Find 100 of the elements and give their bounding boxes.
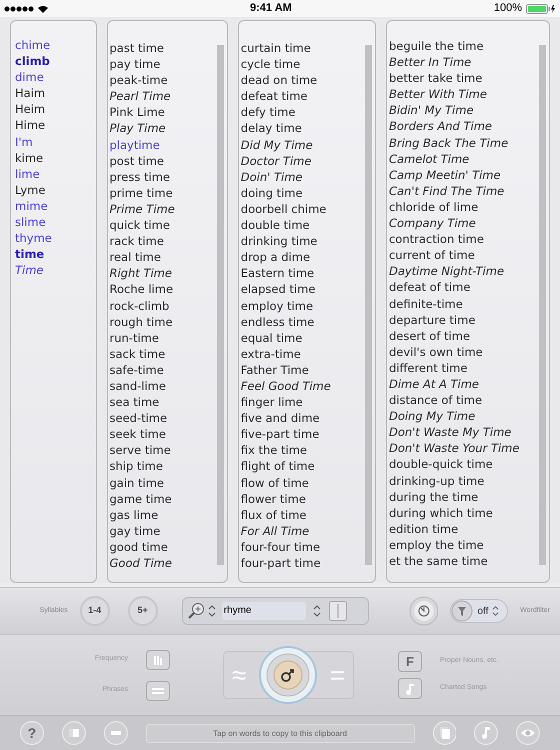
word-entry[interactable]: doorbell chime [238,200,375,218]
word-entry[interactable]: Heim [13,101,96,118]
word-entry[interactable]: I'm [13,134,96,150]
word-entry[interactable]: Don't Waste My Time [386,424,549,440]
word-entry[interactable]: Eastern time [238,265,375,282]
word-entry[interactable]: lime [13,166,96,182]
word-entry[interactable]: flight of time [238,458,375,475]
word-entry[interactable]: defy time [238,104,375,120]
stepper-icon[interactable] [208,604,216,618]
wordfilter-control[interactable]: off [450,599,508,623]
word-entry[interactable]: Doin' Time [238,168,375,185]
music-note-icon[interactable] [474,721,498,745]
help-button[interactable]: ? [20,721,44,745]
word-entry[interactable]: Right Time [108,265,227,282]
word-entry[interactable]: Prime Time [108,200,227,218]
word-entry[interactable]: employ the time [386,536,549,553]
word-entry[interactable]: Borders And Time [386,118,549,135]
word-entry[interactable]: ship time [108,458,227,475]
word-entry[interactable]: desert of time [386,328,549,344]
word-entry[interactable]: dime [13,69,96,86]
word-entry[interactable]: Hime [13,117,96,134]
word-entry[interactable]: five and dime [238,410,375,426]
word-entry[interactable]: Haim [13,85,96,102]
word-entry[interactable]: thyme [13,230,96,246]
word-entry[interactable]: climb [13,53,96,70]
word-entry[interactable]: four-part time [238,555,375,572]
syllables-button[interactable]: 5+ [128,596,158,626]
word-entry[interactable]: five-part time [238,426,375,442]
word-entry[interactable]: mime [13,198,96,214]
word-entry[interactable]: chime [13,37,96,54]
word-entry[interactable]: slime [13,214,96,230]
word-entry[interactable]: double-quick time [386,456,549,473]
minus-icon[interactable] [104,721,128,745]
word-entry[interactable]: seed-time [108,410,227,426]
word-entry[interactable]: Can't Find The Time [386,182,549,199]
mode-dial[interactable] [259,646,318,704]
word-entry[interactable]: departure time [386,312,549,328]
word-entry[interactable]: Feel Good Time [238,378,375,394]
word-entry[interactable]: real time [108,249,227,266]
word-entry[interactable]: different time [386,360,549,376]
word-entry[interactable]: Good Time [108,555,227,572]
word-entry[interactable]: time [13,246,96,262]
phrases-button[interactable] [146,680,170,700]
word-entry[interactable]: defeat of time [386,279,549,296]
word-entry[interactable]: seek time [108,426,227,442]
syllables-button[interactable]: 1-4 [80,596,110,626]
word-entry[interactable]: run-time [108,330,227,346]
word-entry[interactable]: playtime [108,136,227,153]
word-entry[interactable]: double time [238,217,375,234]
word-entry[interactable]: elapsed time [238,281,375,298]
eye-icon[interactable] [516,721,540,745]
word-entry[interactable]: et the same time [386,553,549,570]
word-entry[interactable]: defeat time [238,88,375,104]
word-entry[interactable]: For All Time [238,522,375,539]
word-entry[interactable]: flux of time [238,506,375,523]
word-entry[interactable]: pay time [108,56,227,72]
word-entry[interactable]: current of time [386,247,549,264]
word-entry[interactable]: curtain time [238,40,375,56]
word-entry[interactable]: Father Time [238,362,375,378]
word-entry[interactable]: definite-time [386,296,549,312]
word-entry[interactable]: rough time [108,314,227,330]
word-entry[interactable]: game time [108,490,227,507]
word-entry[interactable]: safe-time [108,362,227,378]
word-entry[interactable]: gas lime [108,506,227,523]
columns-icon[interactable] [328,601,347,621]
word-entry[interactable]: doing time [238,184,375,201]
search-field[interactable]: rhyme [222,602,306,620]
word-entry[interactable]: press time [108,168,227,185]
word-entry[interactable]: during which time [386,504,549,521]
word-entry[interactable]: Did My Time [238,136,375,153]
word-entry[interactable]: Doctor Time [238,152,375,169]
card-icon[interactable] [62,721,86,745]
scroll-bar[interactable] [364,45,372,565]
word-entry[interactable]: rack time [108,233,227,250]
word-entry[interactable]: Roche lime [108,281,227,298]
word-entry[interactable]: fix the time [238,442,375,458]
copy-icon[interactable] [432,721,456,745]
charted-songs-button[interactable] [398,678,422,699]
word-entry[interactable]: during the time [386,488,549,505]
word-entry[interactable]: Better In Time [386,54,549,70]
scroll-bar[interactable] [216,45,224,565]
word-entry[interactable]: employ time [238,298,375,314]
word-entry[interactable]: dead on time [238,72,375,88]
word-entry[interactable]: chloride of lime [386,198,549,216]
word-entry[interactable]: Doing My Time [386,408,549,424]
word-entry[interactable]: Time [13,262,96,278]
word-entry[interactable]: post time [108,152,227,169]
word-entry[interactable]: good time [108,538,227,555]
word-entry[interactable]: serve time [108,442,227,458]
word-entry[interactable]: Camelot Time [386,150,549,167]
word-entry[interactable]: flow of time [238,474,375,491]
word-entry[interactable]: sea time [108,394,227,410]
proper-nouns-button[interactable]: F [398,651,422,672]
word-entry[interactable]: sack time [108,346,227,362]
stepper-icon[interactable] [312,604,321,618]
word-entry[interactable]: Lyme [13,182,96,198]
word-entry[interactable]: Company Time [386,215,549,232]
word-entry[interactable]: prime time [108,184,227,201]
word-entry[interactable]: drop a dime [238,249,375,266]
word-entry[interactable]: cycle time [238,56,375,72]
